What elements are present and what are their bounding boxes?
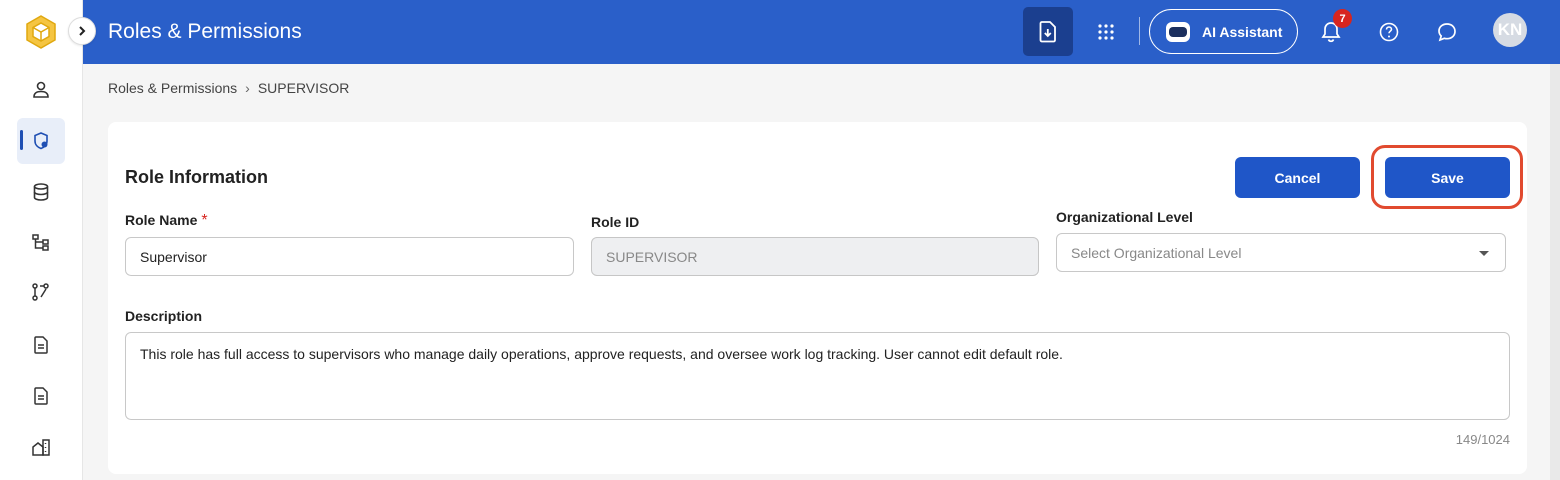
sidebar-item-hierarchy[interactable]	[17, 219, 65, 265]
user-icon	[33, 81, 49, 98]
sidebar-item-documents[interactable]	[17, 322, 65, 368]
org-level-label: Organizational Level	[1056, 209, 1193, 225]
export-button[interactable]	[1023, 7, 1073, 56]
cancel-button[interactable]: Cancel	[1235, 157, 1360, 198]
help-button[interactable]	[1373, 16, 1405, 48]
shield-icon	[34, 132, 48, 150]
caret-down-icon	[1479, 251, 1489, 256]
role-information-card: Role Information Cancel Save Role Name * …	[108, 122, 1527, 474]
section-title: Role Information	[125, 167, 268, 187]
page-title: Roles & Permissions	[108, 20, 302, 43]
ai-assistant-label: AI Assistant	[1202, 23, 1283, 40]
sidebar	[0, 0, 83, 480]
header-divider	[1139, 17, 1140, 45]
document-icon	[34, 336, 48, 354]
role-id-label: Role ID	[591, 214, 640, 230]
document-icon	[34, 387, 48, 405]
user-avatar[interactable]: KN	[1493, 13, 1527, 47]
role-id-input: SUPERVISOR	[591, 237, 1039, 276]
page-scrollbar[interactable]	[1550, 64, 1560, 480]
chat-button[interactable]	[1431, 16, 1463, 48]
sidebar-item-users[interactable]	[17, 67, 65, 113]
app-logo-icon[interactable]	[24, 14, 58, 50]
apps-grid-button[interactable]	[1090, 16, 1122, 48]
notification-badge: 7	[1333, 9, 1352, 28]
save-button[interactable]: Save	[1385, 157, 1510, 198]
description-label: Description	[125, 308, 203, 324]
breadcrumb-current: SUPERVISOR	[257, 80, 350, 96]
sidebar-item-data[interactable]	[17, 169, 65, 215]
hierarchy-icon	[32, 234, 49, 251]
required-mark: *	[201, 212, 208, 229]
chat-icon	[1438, 23, 1456, 42]
robot-icon	[1166, 21, 1190, 42]
breadcrumb: Roles & Permissions › SUPERVISOR	[108, 80, 349, 96]
breadcrumb-root[interactable]: Roles & Permissions	[108, 80, 237, 96]
chevron-right-icon	[79, 26, 86, 36]
org-level-select[interactable]: Select Organizational Level	[1056, 233, 1506, 272]
role-name-label: Role Name *	[125, 212, 208, 230]
workflow-icon	[32, 283, 49, 301]
help-icon	[1379, 22, 1399, 42]
breadcrumb-separator: ›	[245, 80, 250, 96]
building-icon	[32, 439, 50, 456]
file-download-icon	[1039, 20, 1056, 42]
top-header: Roles & Permissions AI Assistant 7 KN	[83, 0, 1560, 64]
role-name-label-text: Role Name	[125, 212, 198, 228]
ai-assistant-button[interactable]: AI Assistant	[1149, 9, 1298, 54]
role-id-value: SUPERVISOR	[606, 248, 698, 265]
org-level-placeholder: Select Organizational Level	[1071, 244, 1242, 261]
sidebar-item-reports[interactable]	[17, 373, 65, 419]
database-icon	[33, 183, 49, 201]
grid-icon	[1098, 24, 1114, 40]
sidebar-expand-button[interactable]	[68, 17, 96, 45]
role-name-value: Supervisor	[140, 248, 207, 265]
sidebar-item-sites[interactable]	[17, 424, 65, 470]
description-textarea[interactable]: This role has full access to supervisors…	[125, 332, 1510, 420]
role-name-input[interactable]: Supervisor	[125, 237, 574, 276]
sidebar-item-workflow[interactable]	[17, 269, 65, 315]
description-value: This role has full access to supervisors…	[140, 346, 1063, 362]
sidebar-item-roles[interactable]	[17, 118, 65, 164]
character-counter: 149/1024	[1455, 432, 1510, 447]
